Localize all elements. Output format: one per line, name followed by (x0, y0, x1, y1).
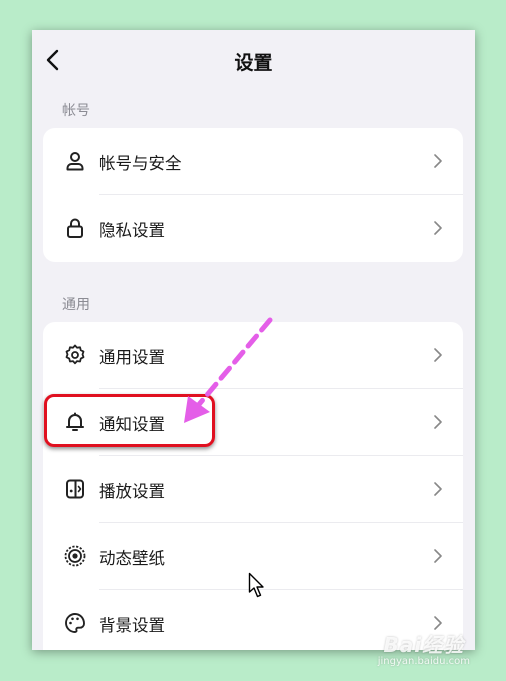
settings-screen: 设置 帐号 帐号与安全 隐私设置 通用 通用设置 通知设置 播放设置 动态壁纸 … (32, 30, 475, 650)
watermark: Bai经验 jingyan.baidu.com (378, 629, 470, 667)
watermark-main: Bai经验 (383, 633, 465, 657)
mouse-cursor-icon (248, 572, 264, 598)
annotation-arrow-icon (184, 317, 273, 423)
watermark-sub: jingyan.baidu.com (377, 656, 470, 667)
